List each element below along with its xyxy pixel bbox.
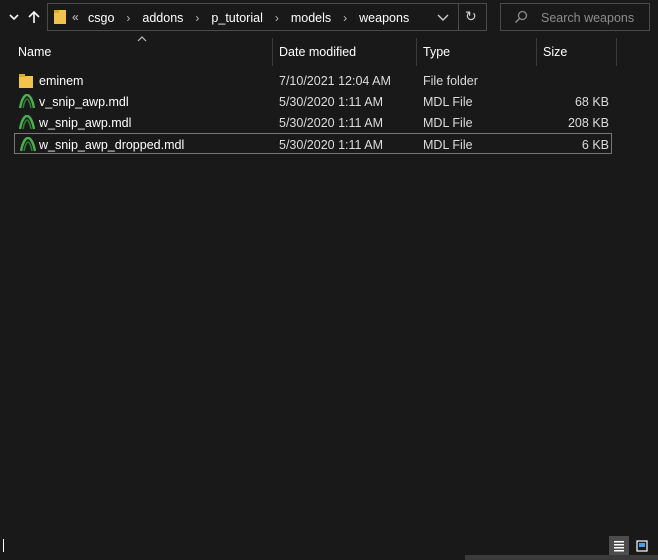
crumb-p-tutorial[interactable]: p_tutorial: [211, 11, 262, 25]
crumb-separator[interactable]: ›: [275, 11, 279, 25]
text-caret: [3, 539, 4, 552]
search-icon: [514, 10, 528, 24]
file-row[interactable]: v_snip_awp.mdl 5/30/2020 1:11 AM MDL Fil…: [14, 91, 612, 112]
column-divider[interactable]: [536, 38, 537, 66]
breadcrumb: csgo › addons › p_tutorial › models › we…: [88, 11, 409, 25]
crumb-weapons[interactable]: weapons: [359, 11, 409, 25]
crumb-separator[interactable]: ›: [343, 11, 347, 25]
file-date: 5/30/2020 1:11 AM: [279, 137, 384, 152]
file-date: 5/30/2020 1:11 AM: [279, 115, 384, 130]
file-name: eminem: [39, 73, 84, 88]
arrow-up-icon: [28, 10, 40, 23]
details-view-button[interactable]: [609, 536, 629, 556]
crumb-separator[interactable]: ›: [126, 11, 130, 25]
column-header-size[interactable]: Size: [543, 38, 615, 66]
file-name: v_snip_awp.mdl: [39, 94, 129, 109]
file-row[interactable]: eminem 7/10/2021 12:04 AM File folder: [14, 70, 612, 91]
recent-locations-button[interactable]: [4, 6, 24, 28]
refresh-icon[interactable]: ↻: [465, 8, 477, 25]
address-toolbar: « csgo › addons › p_tutorial › models › …: [0, 0, 658, 34]
mdl-file-icon: [19, 115, 35, 130]
mdl-file-icon: [20, 137, 36, 152]
horizontal-scrollbar[interactable]: [465, 555, 658, 560]
file-date: 5/30/2020 1:11 AM: [279, 94, 384, 109]
address-dropdown-chevron-icon[interactable]: [436, 10, 450, 24]
file-row-selected[interactable]: w_snip_awp_dropped.mdl 5/30/2020 1:11 AM…: [14, 133, 612, 154]
file-row[interactable]: w_snip_awp.mdl 5/30/2020 1:11 AM MDL Fil…: [14, 112, 612, 133]
column-header-name[interactable]: Name: [18, 38, 272, 66]
up-button[interactable]: [24, 6, 44, 28]
address-divider: [458, 4, 459, 30]
crumb-separator[interactable]: ›: [195, 11, 199, 25]
file-type: MDL File: [423, 115, 473, 130]
column-header-date[interactable]: Date modified: [279, 38, 416, 66]
address-bar[interactable]: « csgo › addons › p_tutorial › models › …: [47, 3, 487, 31]
search-box[interactable]: Search weapons: [500, 3, 650, 31]
search-placeholder: Search weapons: [541, 11, 635, 25]
overflow-chevron[interactable]: «: [72, 10, 79, 24]
file-type: MDL File: [423, 137, 473, 152]
file-type: File folder: [423, 73, 478, 88]
crumb-models[interactable]: models: [291, 11, 331, 25]
file-explorer-window: « csgo › addons › p_tutorial › models › …: [0, 0, 658, 560]
file-name: w_snip_awp_dropped.mdl: [39, 137, 185, 152]
folder-icon: [54, 10, 66, 24]
file-date: 7/10/2021 12:04 AM: [279, 73, 391, 88]
large-icons-view-button[interactable]: [632, 536, 652, 556]
column-divider[interactable]: [616, 38, 617, 66]
folder-icon: [19, 74, 33, 88]
file-type: MDL File: [423, 94, 473, 109]
crumb-csgo[interactable]: csgo: [88, 11, 114, 25]
column-header-type[interactable]: Type: [423, 38, 536, 66]
column-divider[interactable]: [416, 38, 417, 66]
mdl-file-icon: [19, 94, 35, 109]
details-view-icon: [614, 541, 624, 552]
file-size: 208 KB: [567, 115, 609, 130]
file-size: 6 KB: [581, 137, 609, 152]
large-icons-view-icon: [636, 540, 648, 552]
column-header-row: Name Date modified Type Size: [0, 38, 658, 66]
file-size: 68 KB: [574, 94, 609, 109]
chevron-down-icon: [9, 14, 19, 21]
crumb-addons[interactable]: addons: [142, 11, 183, 25]
file-name: w_snip_awp.mdl: [39, 115, 132, 130]
column-divider[interactable]: [272, 38, 273, 66]
file-size: [543, 70, 609, 91]
